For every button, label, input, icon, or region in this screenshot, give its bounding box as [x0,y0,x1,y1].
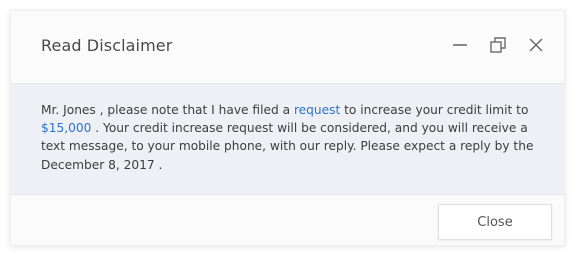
request-link[interactable]: request [294,103,340,117]
dialog-body: Mr. Jones , please note that I have file… [11,83,564,195]
close-icon[interactable] [526,35,546,55]
message-text-2: to increase your credit limit to [340,103,529,117]
dialog-title: Read Disclaimer [41,36,173,55]
amount-link[interactable]: $15,000 [41,121,91,135]
message-text-1: Mr. Jones , please note that I have file… [41,103,294,117]
disclaimer-message: Mr. Jones , please note that I have file… [41,101,546,174]
window-controls [450,35,546,55]
message-text-3: . Your credit increase request will be c… [41,121,534,172]
disclaimer-dialog: Read Disclaimer Mr. Jones , please note … [10,10,565,246]
page: Read Disclaimer Mr. Jones , please note … [0,0,574,254]
dialog-header: Read Disclaimer [11,11,564,83]
minimize-icon[interactable] [450,35,470,55]
dialog-footer: Close [11,195,564,245]
close-button[interactable]: Close [438,204,552,240]
restore-icon[interactable] [488,35,508,55]
